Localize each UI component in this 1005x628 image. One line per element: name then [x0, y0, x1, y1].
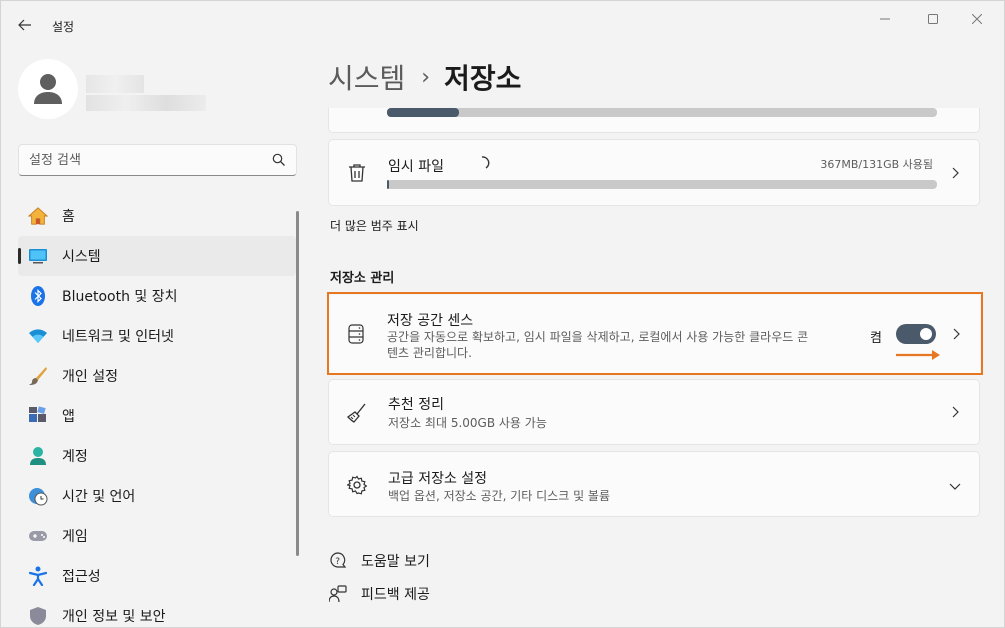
search-icon[interactable]	[272, 153, 286, 167]
minimize-icon	[880, 18, 890, 20]
temp-files-usage-bar	[387, 180, 937, 189]
chevron-right-icon	[952, 167, 959, 179]
sidebar-item-bluetooth[interactable]: Bluetooth 및 장치	[18, 276, 296, 316]
blurred-email	[86, 95, 206, 111]
home-icon	[28, 206, 48, 226]
back-arrow-icon	[18, 19, 31, 31]
title-bar: 설정	[1, 1, 1004, 49]
sidebar-item-label: Bluetooth 및 장치	[62, 289, 178, 305]
get-help-label: 도움말 보기	[361, 554, 430, 570]
svg-text:?: ?	[335, 557, 340, 567]
sidebar-item-label: 홈	[62, 209, 75, 225]
chevron-right-icon	[952, 406, 959, 418]
highlight-box	[327, 292, 983, 375]
sidebar-item-label: 앱	[62, 409, 75, 425]
advanced-settings-title: 고급 저장소 설정	[388, 471, 488, 487]
sidebar-item-label: 네트워크 및 인터넷	[62, 329, 174, 345]
cleanup-recommendations-card[interactable]: 추천 정리 저장소 최대 5.00GB 사용 가능	[328, 379, 980, 445]
sidebar-item-home[interactable]: 홈	[18, 196, 296, 236]
apps-icon	[28, 406, 48, 426]
sidebar-item-privacy[interactable]: 개인 정보 및 보안	[18, 596, 296, 628]
breadcrumb-parent[interactable]: 시스템	[328, 57, 405, 97]
close-icon	[972, 14, 982, 24]
breadcrumb-separator: ›	[421, 64, 431, 90]
broom-icon	[346, 402, 368, 424]
back-button[interactable]	[13, 13, 37, 37]
gamepad-icon	[28, 526, 48, 546]
bluetooth-icon	[28, 286, 48, 306]
settings-window: 설정 홈	[0, 0, 1005, 628]
settings-search[interactable]	[18, 144, 297, 176]
minimize-button[interactable]	[862, 7, 908, 31]
cleanup-subtitle: 저장소 최대 5.00GB 사용 가능	[388, 416, 547, 430]
sidebar-item-label: 시스템	[62, 249, 101, 265]
sidebar-nav: 홈 시스템 Bluetooth 및 장치 네트워크 및 인터넷 개인 설정 앱 …	[18, 196, 296, 628]
accessibility-icon	[28, 566, 48, 586]
highlight-arrow-icon	[896, 350, 940, 360]
category-usage-bar	[387, 108, 937, 117]
avatar	[18, 59, 78, 119]
feedback-icon	[328, 584, 348, 604]
sidebar-scrollbar[interactable]	[296, 211, 299, 556]
app-title: 설정	[52, 20, 75, 34]
show-more-categories-link[interactable]: 더 많은 범주 표시	[330, 217, 419, 234]
chevron-down-icon	[949, 483, 961, 490]
clock-globe-icon	[28, 486, 48, 506]
sidebar-item-gaming[interactable]: 게임	[18, 516, 296, 556]
sidebar-item-label: 시간 및 언어	[62, 489, 136, 505]
sidebar-item-label: 게임	[62, 529, 88, 545]
temp-files-usage-bar-fill	[387, 180, 389, 189]
sidebar-item-label: 개인 설정	[62, 369, 118, 385]
sidebar-item-time-language[interactable]: 시간 및 언어	[18, 476, 296, 516]
sidebar-item-network[interactable]: 네트워크 및 인터넷	[18, 316, 296, 356]
advanced-settings-subtitle: 백업 옵션, 저장소 공간, 기타 디스크 및 볼륨	[388, 489, 611, 503]
selection-indicator	[18, 248, 21, 264]
maximize-button[interactable]	[910, 7, 956, 31]
give-feedback-label: 피드백 제공	[361, 587, 430, 603]
sidebar-item-apps[interactable]: 앱	[18, 396, 296, 436]
user-profile[interactable]	[18, 59, 298, 119]
temp-files-card[interactable]: 임시 파일 367MB/131GB 사용됨	[328, 139, 980, 206]
loading-spinner-icon	[481, 156, 490, 169]
blurred-username	[86, 75, 144, 93]
maximize-icon	[928, 14, 938, 24]
gear-icon	[346, 474, 368, 496]
temp-files-title: 임시 파일	[388, 159, 444, 175]
help-icon: ?	[328, 551, 348, 571]
search-input[interactable]	[29, 151, 269, 169]
advanced-storage-settings-card[interactable]: 고급 저장소 설정 백업 옵션, 저장소 공간, 기타 디스크 및 볼륨	[328, 451, 980, 517]
storage-category-card[interactable]	[328, 108, 980, 133]
system-icon	[28, 246, 48, 266]
wifi-icon	[28, 326, 48, 346]
user-avatar-icon	[34, 74, 62, 104]
sidebar-item-accessibility[interactable]: 접근성	[18, 556, 296, 596]
breadcrumb: 시스템 › 저장소	[328, 57, 521, 97]
temp-files-usage: 367MB/131GB 사용됨	[820, 158, 933, 171]
sidebar-item-label: 개인 정보 및 보안	[62, 609, 166, 625]
category-usage-bar-fill	[387, 108, 459, 117]
page-title: 저장소	[444, 62, 522, 95]
trash-icon	[346, 162, 368, 184]
sidebar-item-accounts[interactable]: 계정	[18, 436, 296, 476]
account-icon	[28, 446, 48, 466]
sidebar-item-label: 접근성	[62, 569, 101, 585]
close-button[interactable]	[954, 7, 1000, 31]
shield-icon	[28, 606, 48, 626]
brush-icon	[28, 366, 48, 386]
sidebar-item-personalization[interactable]: 개인 설정	[18, 356, 296, 396]
storage-management-heading: 저장소 관리	[330, 271, 395, 286]
sidebar-item-system[interactable]: 시스템	[18, 236, 296, 276]
cleanup-title: 추천 정리	[388, 397, 444, 413]
give-feedback-link[interactable]: 피드백 제공	[328, 584, 430, 604]
get-help-link[interactable]: ? 도움말 보기	[328, 551, 430, 571]
sidebar-item-label: 계정	[62, 449, 88, 465]
